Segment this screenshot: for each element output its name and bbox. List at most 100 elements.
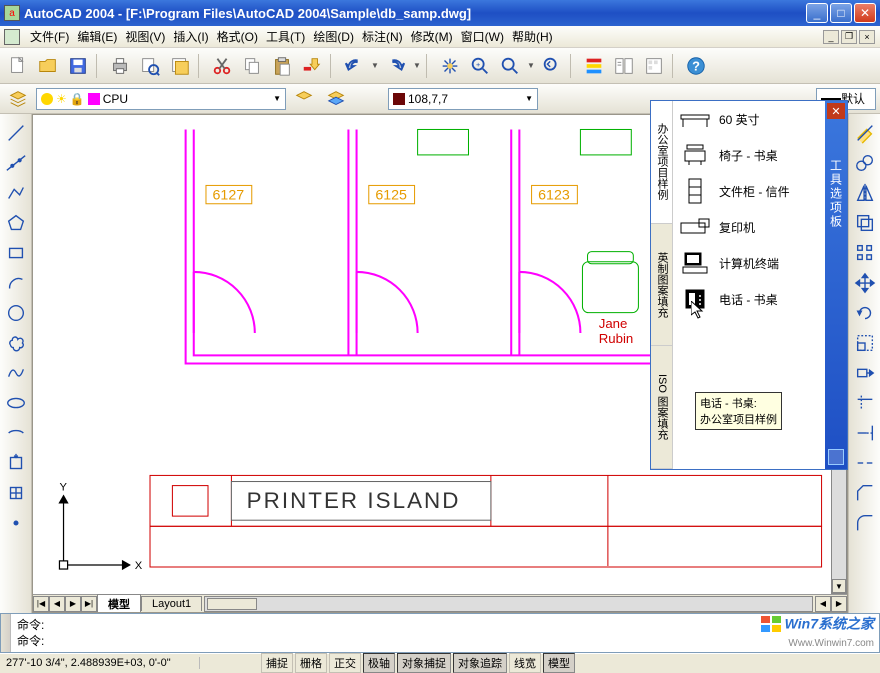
line-tool[interactable]: [3, 120, 29, 146]
ellipse-arc-tool[interactable]: [3, 420, 29, 446]
scroll-down-button[interactable]: ▼: [832, 579, 846, 593]
osnap-toggle[interactable]: 对象捕捉: [397, 653, 451, 673]
layer-manager-button[interactable]: [4, 85, 32, 113]
properties-button[interactable]: [580, 52, 608, 80]
palette-titlebar[interactable]: ✕ 工具选项板: [825, 101, 847, 469]
snap-toggle[interactable]: 捕捉: [261, 653, 293, 673]
stretch-tool[interactable]: [852, 360, 878, 386]
menu-insert[interactable]: 插入(I): [169, 26, 212, 47]
redo-dropdown[interactable]: ▼: [412, 52, 422, 80]
mdi-minimize-button[interactable]: _: [823, 30, 839, 44]
undo-button[interactable]: [340, 52, 368, 80]
palette-close-button[interactable]: ✕: [827, 103, 845, 119]
layer-states-button[interactable]: [322, 85, 350, 113]
extend-tool[interactable]: [852, 420, 878, 446]
match-properties-button[interactable]: [298, 52, 326, 80]
design-center-button[interactable]: [610, 52, 638, 80]
command-line-handle[interactable]: [1, 614, 11, 652]
offset-tool[interactable]: [852, 210, 878, 236]
open-button[interactable]: [34, 52, 62, 80]
palette-item[interactable]: 电话 - 书桌: [673, 281, 825, 317]
tab-model[interactable]: 模型: [97, 594, 141, 613]
menu-view[interactable]: 视图(V): [121, 26, 169, 47]
menu-tools[interactable]: 工具(T): [262, 26, 309, 47]
make-block-tool[interactable]: [3, 480, 29, 506]
polygon-tool[interactable]: [3, 210, 29, 236]
palette-tab-office[interactable]: 办公室项目样例: [651, 101, 672, 224]
redo-button[interactable]: [382, 52, 410, 80]
publish-button[interactable]: [166, 52, 194, 80]
new-button[interactable]: [4, 52, 32, 80]
copy-button[interactable]: [238, 52, 266, 80]
grid-toggle[interactable]: 栅格: [295, 653, 327, 673]
rectangle-tool[interactable]: [3, 240, 29, 266]
mdi-restore-button[interactable]: ❐: [841, 30, 857, 44]
tab-nav-next[interactable]: ▶: [65, 596, 81, 612]
palette-item[interactable]: 60 英寸: [673, 101, 825, 137]
model-toggle[interactable]: 模型: [543, 653, 575, 673]
palette-properties-button[interactable]: [828, 449, 844, 465]
undo-dropdown[interactable]: ▼: [370, 52, 380, 80]
point-tool[interactable]: [3, 510, 29, 536]
menu-modify[interactable]: 修改(M): [407, 26, 457, 47]
menu-edit[interactable]: 编辑(E): [73, 26, 121, 47]
fillet-tool[interactable]: [852, 510, 878, 536]
tab-layout1[interactable]: Layout1: [141, 596, 202, 611]
break-tool[interactable]: [852, 450, 878, 476]
menu-dimension[interactable]: 标注(N): [358, 26, 407, 47]
polyline-tool[interactable]: [3, 180, 29, 206]
print-button[interactable]: [106, 52, 134, 80]
spline-tool[interactable]: [3, 360, 29, 386]
zoom-dropdown[interactable]: ▼: [526, 52, 536, 80]
erase-tool[interactable]: [852, 120, 878, 146]
mirror-tool[interactable]: [852, 180, 878, 206]
scroll-right-button[interactable]: ▶: [831, 596, 847, 612]
cut-button[interactable]: [208, 52, 236, 80]
zoom-window-button[interactable]: [496, 52, 524, 80]
insert-block-tool[interactable]: [3, 450, 29, 476]
ortho-toggle[interactable]: 正交: [329, 653, 361, 673]
lwt-toggle[interactable]: 线宽: [509, 653, 541, 673]
zoom-realtime-button[interactable]: +: [466, 52, 494, 80]
construction-line-tool[interactable]: [3, 150, 29, 176]
palette-item[interactable]: 椅子 - 书桌: [673, 137, 825, 173]
scroll-thumb[interactable]: [207, 598, 257, 610]
print-preview-button[interactable]: [136, 52, 164, 80]
palette-item[interactable]: 计算机终端: [673, 245, 825, 281]
move-tool[interactable]: [852, 270, 878, 296]
command-line[interactable]: 命令: 命令:: [0, 613, 880, 653]
rotate-tool[interactable]: [852, 300, 878, 326]
chamfer-tool[interactable]: [852, 480, 878, 506]
tool-palettes-button[interactable]: [640, 52, 668, 80]
close-button[interactable]: ✕: [854, 3, 876, 23]
mdi-close-button[interactable]: ×: [859, 30, 875, 44]
color-combo[interactable]: 108,7,7 ▼: [388, 88, 538, 110]
arc-tool[interactable]: [3, 270, 29, 296]
layer-previous-button[interactable]: [290, 85, 318, 113]
paste-button[interactable]: [268, 52, 296, 80]
maximize-button[interactable]: □: [830, 3, 852, 23]
menu-format[interactable]: 格式(O): [213, 26, 262, 47]
circle-tool[interactable]: [3, 300, 29, 326]
copy-object-tool[interactable]: [852, 150, 878, 176]
scroll-left-button[interactable]: ◀: [815, 596, 831, 612]
palette-item[interactable]: 复印机: [673, 209, 825, 245]
minimize-button[interactable]: _: [806, 3, 828, 23]
menu-window[interactable]: 窗口(W): [457, 26, 508, 47]
trim-tool[interactable]: [852, 390, 878, 416]
otrack-toggle[interactable]: 对象追踪: [453, 653, 507, 673]
palette-item[interactable]: 文件柜 - 信件: [673, 173, 825, 209]
tab-nav-last[interactable]: ▶|: [81, 596, 97, 612]
ellipse-tool[interactable]: [3, 390, 29, 416]
menu-draw[interactable]: 绘图(D): [309, 26, 358, 47]
polar-toggle[interactable]: 极轴: [363, 653, 395, 673]
zoom-previous-button[interactable]: [538, 52, 566, 80]
coordinates-display[interactable]: 277'-10 3/4", 2.488939E+03, 0'-0": [0, 657, 200, 669]
tab-nav-prev[interactable]: ◀: [49, 596, 65, 612]
palette-tab-imperial[interactable]: 英制图案填充: [651, 224, 672, 347]
menu-help[interactable]: 帮助(H): [508, 26, 557, 47]
help-button[interactable]: ?: [682, 52, 710, 80]
revision-cloud-tool[interactable]: [3, 330, 29, 356]
horizontal-scrollbar[interactable]: [204, 596, 813, 612]
scale-tool[interactable]: [852, 330, 878, 356]
